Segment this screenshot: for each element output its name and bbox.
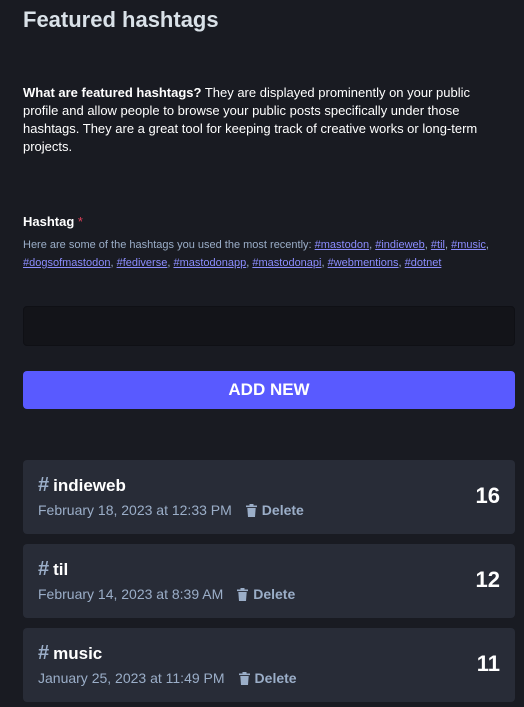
page-title: Featured hashtags <box>23 7 219 32</box>
suggested-hashtag-link[interactable]: #dogsofmastodon <box>23 257 110 269</box>
featured-tag-card[interactable]: # indieweb February 18, 2023 at 12:33 PM… <box>23 460 515 534</box>
suggested-hashtag-link[interactable]: #mastodonapp <box>173 257 246 269</box>
tag-name[interactable]: # music <box>38 642 102 665</box>
hint-prefix: Here are some of the hashtags you used t… <box>23 239 315 251</box>
featured-tag-card[interactable]: # til February 14, 2023 at 8:39 AM Delet… <box>23 544 515 618</box>
intro-question: What are featured hashtags? <box>23 85 202 100</box>
delete-button[interactable]: Delete <box>237 586 295 602</box>
hash-icon: # <box>38 558 50 580</box>
delete-label: Delete <box>254 670 297 686</box>
tag-use-count: 16 <box>475 483 500 508</box>
suggested-hashtag-link[interactable]: #dotnet <box>405 257 442 269</box>
tag-name[interactable]: # indieweb <box>38 474 126 497</box>
suggested-hashtag-link[interactable]: #mastodonapi <box>252 257 321 269</box>
suggested-hashtag-link[interactable]: #music <box>451 239 486 251</box>
delete-button[interactable]: Delete <box>245 502 304 518</box>
tag-date: February 18, 2023 at 12:33 PM <box>38 502 232 518</box>
tag-meta: January 25, 2023 at 11:49 PM Delete <box>38 670 297 686</box>
suggested-hashtag-link[interactable]: #fediverse <box>117 257 168 269</box>
required-mark: * <box>77 214 83 229</box>
hashtag-input[interactable] <box>23 306 515 346</box>
tag-meta: February 14, 2023 at 8:39 AM Delete <box>38 586 295 602</box>
delete-label: Delete <box>261 502 304 518</box>
trash-icon <box>245 503 257 517</box>
suggested-hashtag-link[interactable]: #til <box>431 239 445 251</box>
hash-icon: # <box>38 474 50 496</box>
tag-date: February 14, 2023 at 8:39 AM <box>38 586 224 602</box>
tag-name[interactable]: # til <box>38 558 68 581</box>
tag-use-count: 12 <box>475 567 500 592</box>
tag-name-text: music <box>53 643 103 663</box>
trash-icon <box>238 671 250 685</box>
suggested-hashtag-link[interactable]: #indieweb <box>375 239 425 251</box>
delete-label: Delete <box>253 586 296 602</box>
featured-tag-card[interactable]: # music January 25, 2023 at 11:49 PM Del… <box>23 628 515 702</box>
suggested-hashtag-link[interactable]: #webmentions <box>328 257 399 269</box>
hash-icon: # <box>38 642 50 664</box>
tag-name-text: til <box>53 559 69 579</box>
suggested-hashtag-link[interactable]: #mastodon <box>315 239 369 251</box>
delete-button[interactable]: Delete <box>238 670 297 686</box>
tag-use-count: 11 <box>476 651 500 676</box>
hashtag-label-text: Hashtag <box>23 214 75 229</box>
add-new-button[interactable]: Add new <box>23 371 515 409</box>
hashtag-hint: Here are some of the hashtags you used t… <box>23 236 503 272</box>
tag-date: January 25, 2023 at 11:49 PM <box>38 670 225 686</box>
tag-name-text: indieweb <box>53 475 126 495</box>
hashtag-label: Hashtag * <box>23 214 83 229</box>
trash-icon <box>237 587 249 601</box>
intro-text: What are featured hashtags? They are dis… <box>23 84 503 156</box>
tag-meta: February 18, 2023 at 12:33 PM Delete <box>38 502 304 518</box>
